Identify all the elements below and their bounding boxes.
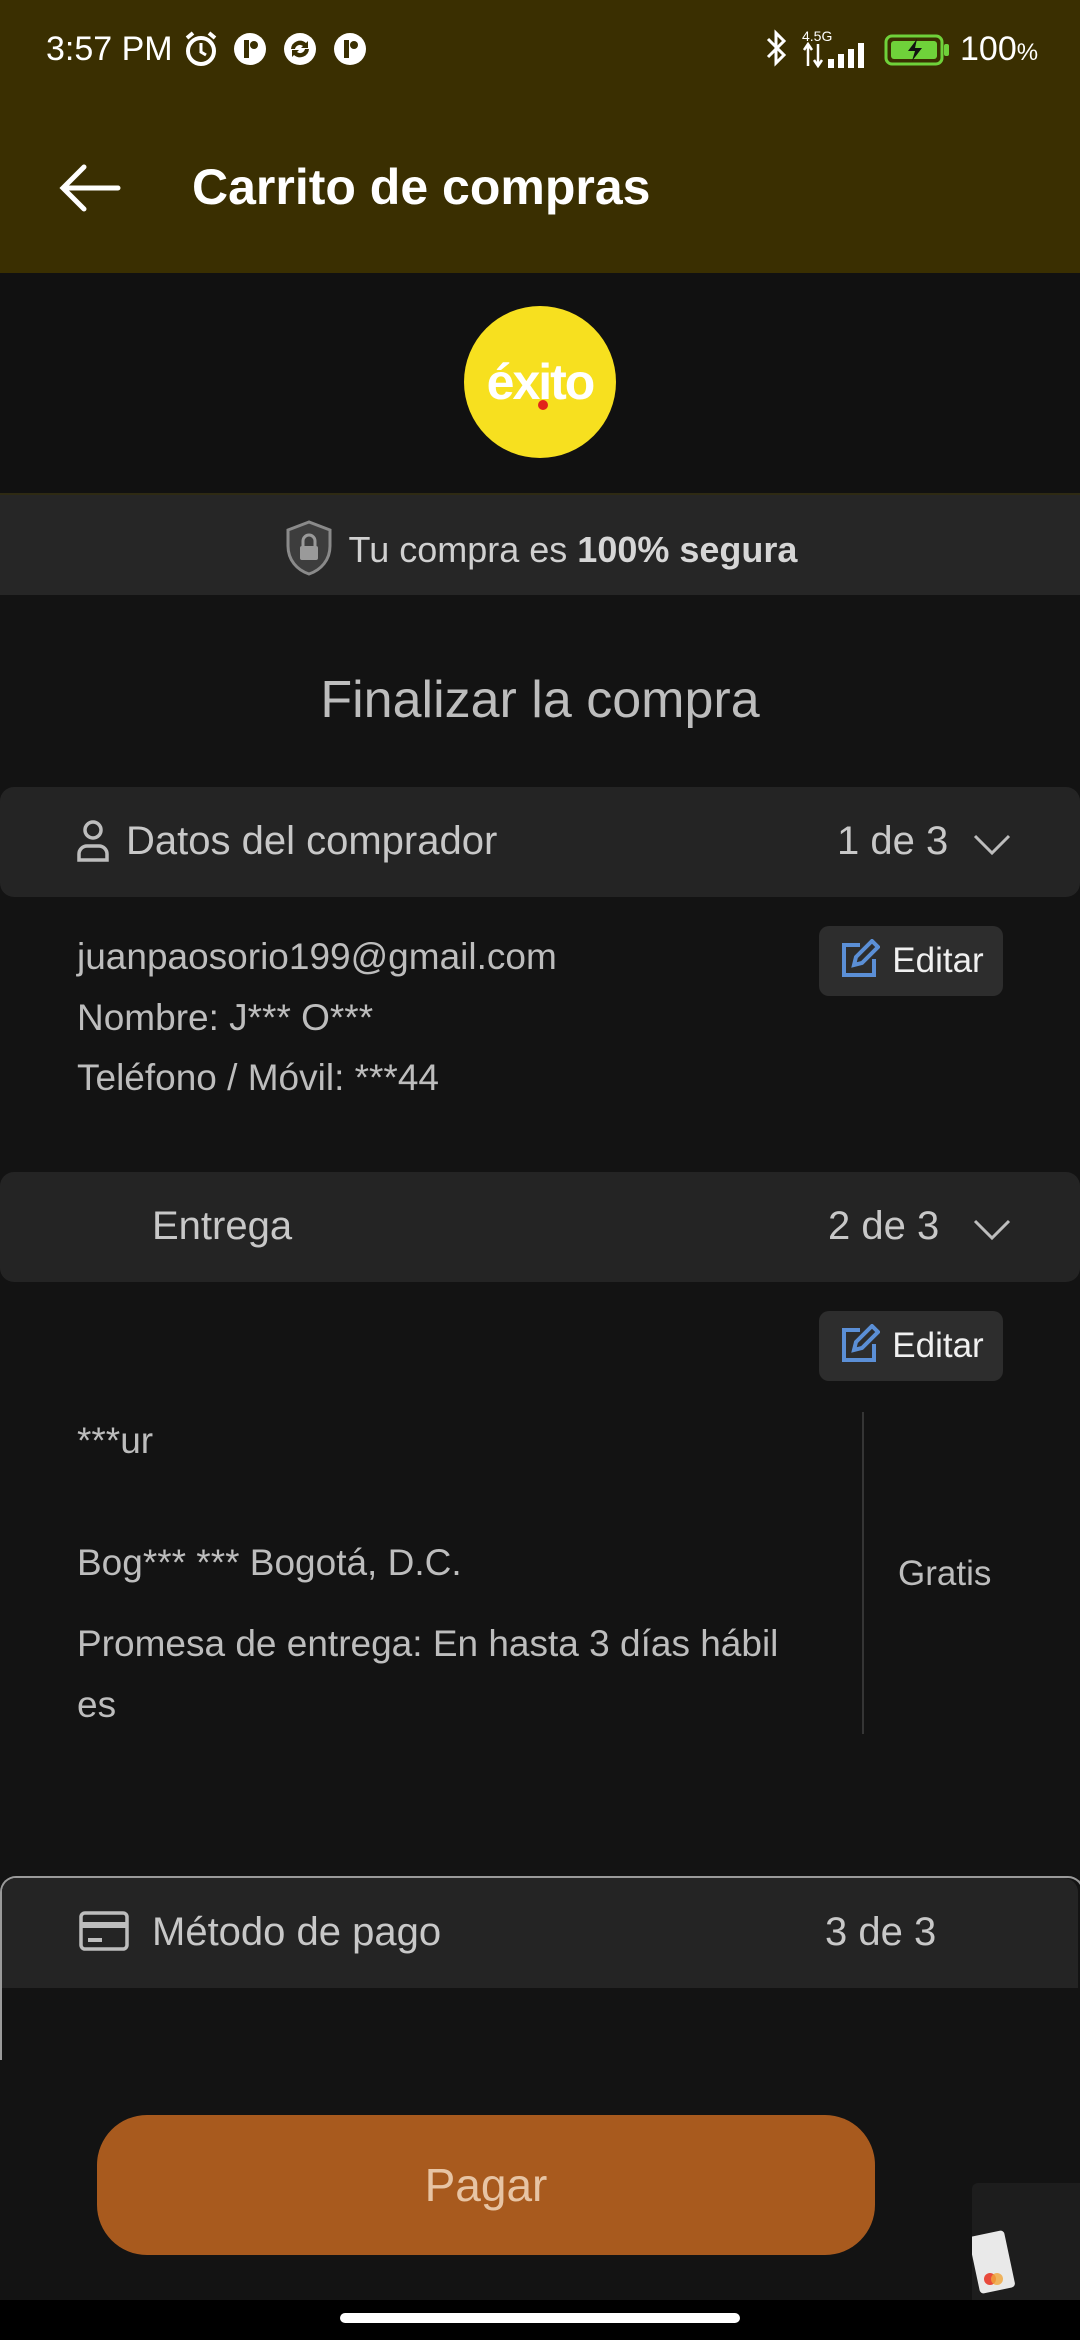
- buyer-step: 1 de 3: [837, 819, 949, 863]
- buyer-section-label: Datos del comprador: [126, 819, 498, 863]
- delivery-step: 2 de 3: [828, 1204, 940, 1248]
- secure-prefix: Tu compra es: [348, 529, 578, 570]
- payment-section-header[interactable]: Método de pago 3 de 3: [2, 1878, 1078, 1988]
- bluetooth-icon: [764, 28, 790, 73]
- card-thumbnail[interactable]: [969, 2183, 1080, 2305]
- delivery-promise-line2: es: [77, 1684, 117, 1725]
- shield-lock-icon: [283, 519, 335, 582]
- delivery-address-line1: ***ur: [77, 1420, 154, 1461]
- battery-unit: %: [1016, 39, 1039, 66]
- secure-text: Tu compra es 100% segura: [349, 529, 798, 571]
- buyer-phone: Teléfono / Móvil: ***44: [77, 1057, 439, 1098]
- edit-delivery-label: Editar: [892, 1326, 984, 1365]
- payment-section-label: Método de pago: [152, 1910, 442, 1954]
- edit-icon: [838, 937, 882, 984]
- alarm-icon: [182, 30, 220, 73]
- page-title: Carrito de compras: [192, 159, 651, 215]
- secure-strong: 100% segura: [577, 529, 798, 570]
- app-notification-icon: [332, 31, 368, 72]
- delivery-section-header[interactable]: Entrega 2 de 3: [0, 1172, 1080, 1282]
- logo-dot: [538, 400, 548, 410]
- edit-buyer-button[interactable]: Editar: [819, 926, 1003, 996]
- home-gesture-handle[interactable]: [340, 2313, 740, 2323]
- delivery-address-line2: Bog*** *** Bogotá, D.C.: [77, 1542, 462, 1583]
- signal-icon: [800, 41, 872, 73]
- credit-card-icon: [78, 1910, 130, 1957]
- battery-level: 100: [960, 30, 1017, 68]
- buyer-email: juanpaosorio199@gmail.com: [77, 936, 557, 977]
- checkout-title: Finalizar la compra: [320, 671, 760, 729]
- battery-icon: [884, 34, 950, 71]
- user-icon: [76, 819, 110, 868]
- pay-button[interactable]: Pagar: [97, 2115, 875, 2255]
- buyer-section-header[interactable]: Datos del comprador 1 de 3: [0, 787, 1080, 897]
- delivery-promise-line1: Promesa de entrega: En hasta 3 días hábi…: [77, 1623, 779, 1664]
- chevron-down-icon[interactable]: [972, 833, 1012, 857]
- sync-notification-icon: [282, 31, 318, 72]
- edit-icon: [838, 1322, 882, 1369]
- back-arrow-icon[interactable]: [58, 163, 122, 213]
- edit-buyer-label: Editar: [892, 941, 984, 980]
- store-logo: éxito: [464, 306, 616, 458]
- delivery-cost: Gratis: [898, 1554, 992, 1593]
- delivery-section-label: Entrega: [152, 1204, 293, 1248]
- chevron-down-icon[interactable]: [972, 1218, 1012, 1242]
- edit-delivery-button[interactable]: Editar: [819, 1311, 1003, 1381]
- delivery-divider: [862, 1412, 864, 1734]
- status-bar: 3:57 PM 4.5G 100%: [0, 0, 1080, 100]
- app-notification-icon: [232, 31, 268, 72]
- status-time: 3:57 PM: [46, 30, 173, 68]
- buyer-name: Nombre: J*** O***: [77, 997, 374, 1038]
- payment-step: 3 de 3: [825, 1910, 937, 1954]
